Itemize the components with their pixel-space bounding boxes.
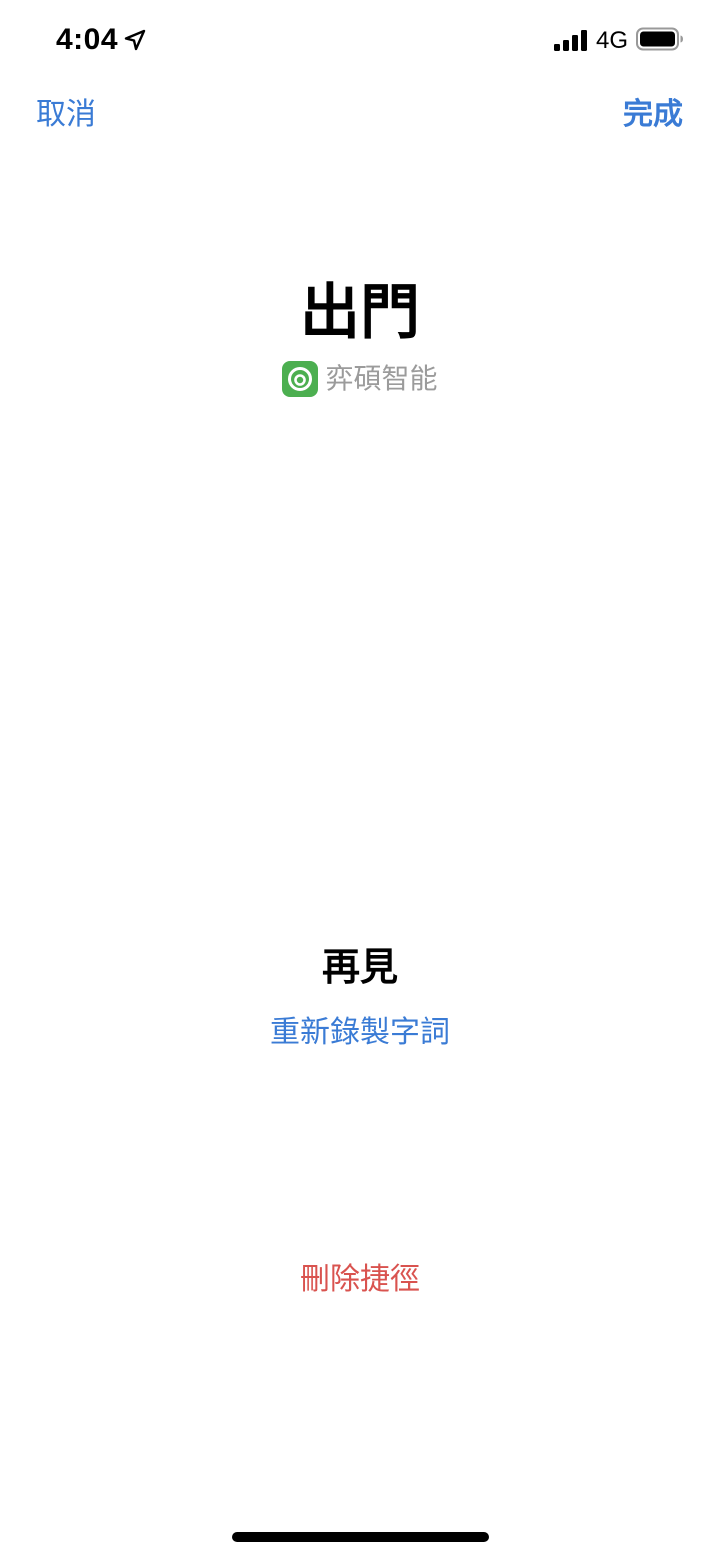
rerecord-phrase-row: 重新錄製字詞 — [0, 1013, 720, 1053]
app-logo-icon — [282, 361, 319, 397]
home-indicator[interactable] — [232, 1532, 489, 1542]
delete-shortcut-button[interactable]: 刪除捷徑 — [300, 1262, 420, 1297]
delete-shortcut-row: 刪除捷徑 — [0, 1260, 720, 1300]
status-time: 4:04 — [56, 23, 119, 56]
location-arrow-icon — [124, 29, 146, 51]
voice-phrase: 再見 — [321, 945, 398, 989]
done-button[interactable]: 完成 — [623, 95, 683, 135]
status-bar: 4:04 4G — [0, 0, 720, 80]
shortcut-title: 出門 — [300, 278, 420, 348]
app-source-row: 弈碩智能 — [0, 360, 720, 398]
app-name: 弈碩智能 — [325, 362, 438, 395]
network-type-label: 4G — [596, 27, 629, 54]
cancel-button[interactable]: 取消 — [36, 95, 96, 135]
cellular-signal-icon — [554, 30, 587, 51]
rerecord-phrase-button[interactable]: 重新錄製字詞 — [270, 1015, 450, 1050]
battery-icon — [636, 27, 683, 51]
